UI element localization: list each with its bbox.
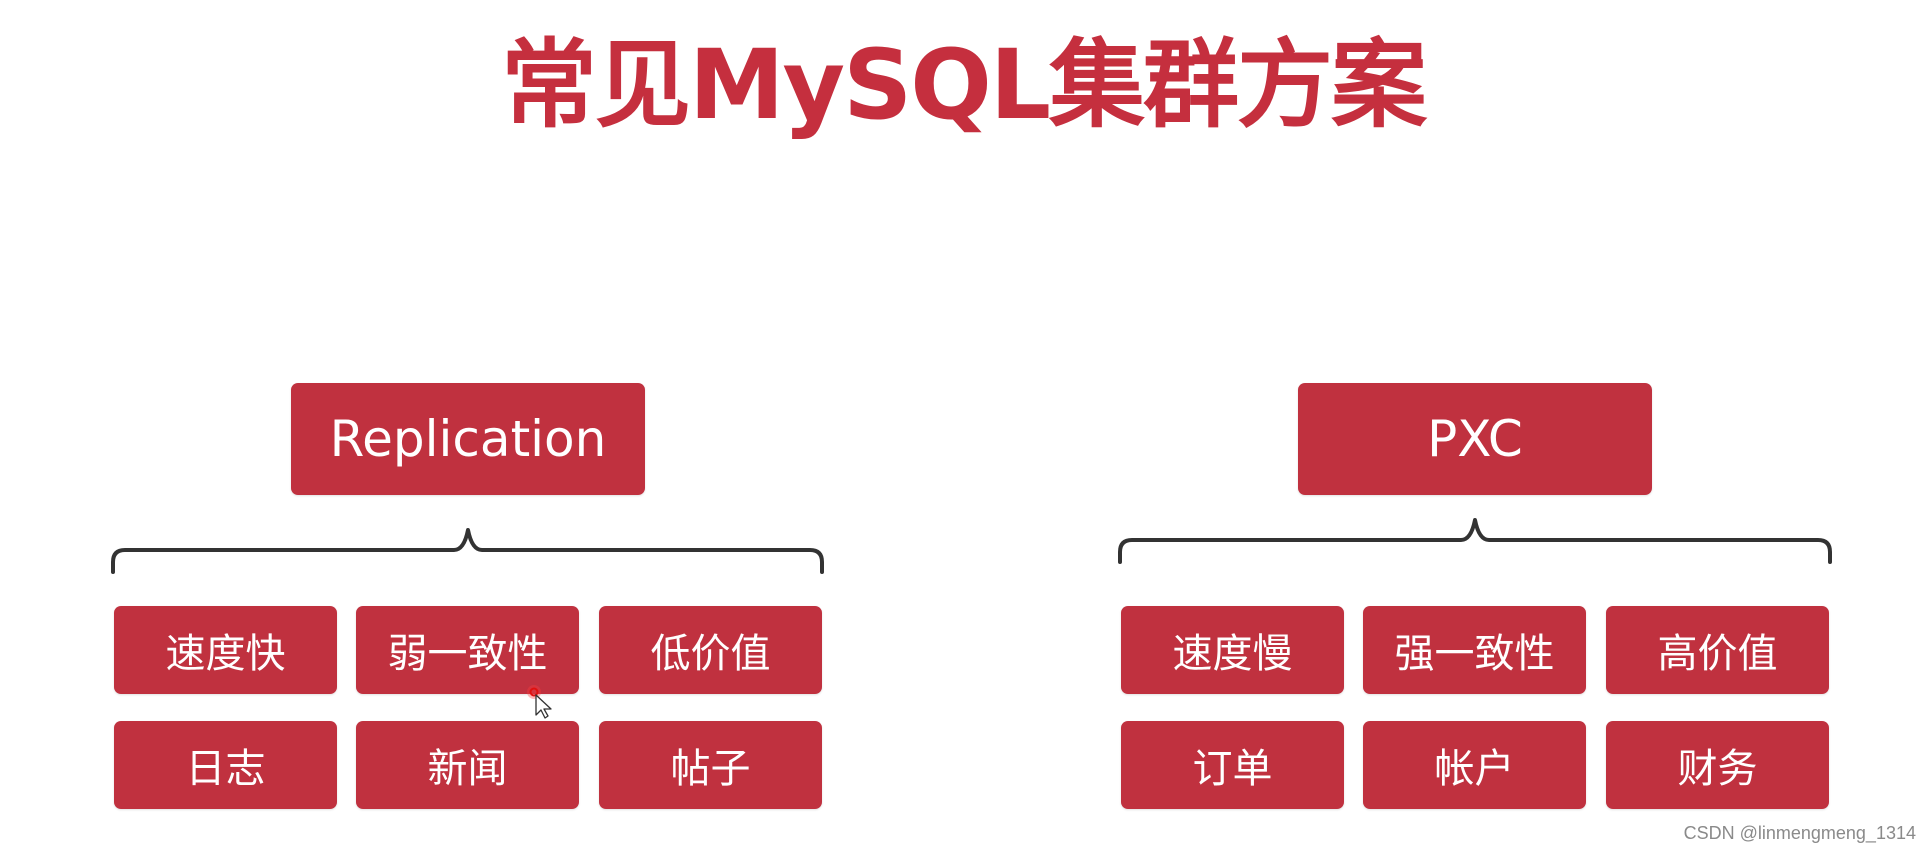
pxc-trait-speed: 速度慢 [1121, 606, 1344, 694]
pxc-usecase-finance: 财务 [1606, 721, 1829, 809]
pxc-usecase-orders: 订单 [1121, 721, 1344, 809]
pxc-trait-value: 高价值 [1606, 606, 1829, 694]
pxc-trait-consistency: 强一致性 [1363, 606, 1586, 694]
pxc-usecase-accounts: 帐户 [1363, 721, 1586, 809]
mouse-cursor-icon [527, 685, 552, 719]
watermark: CSDN @linmengmeng_1314 [1683, 823, 1916, 843]
